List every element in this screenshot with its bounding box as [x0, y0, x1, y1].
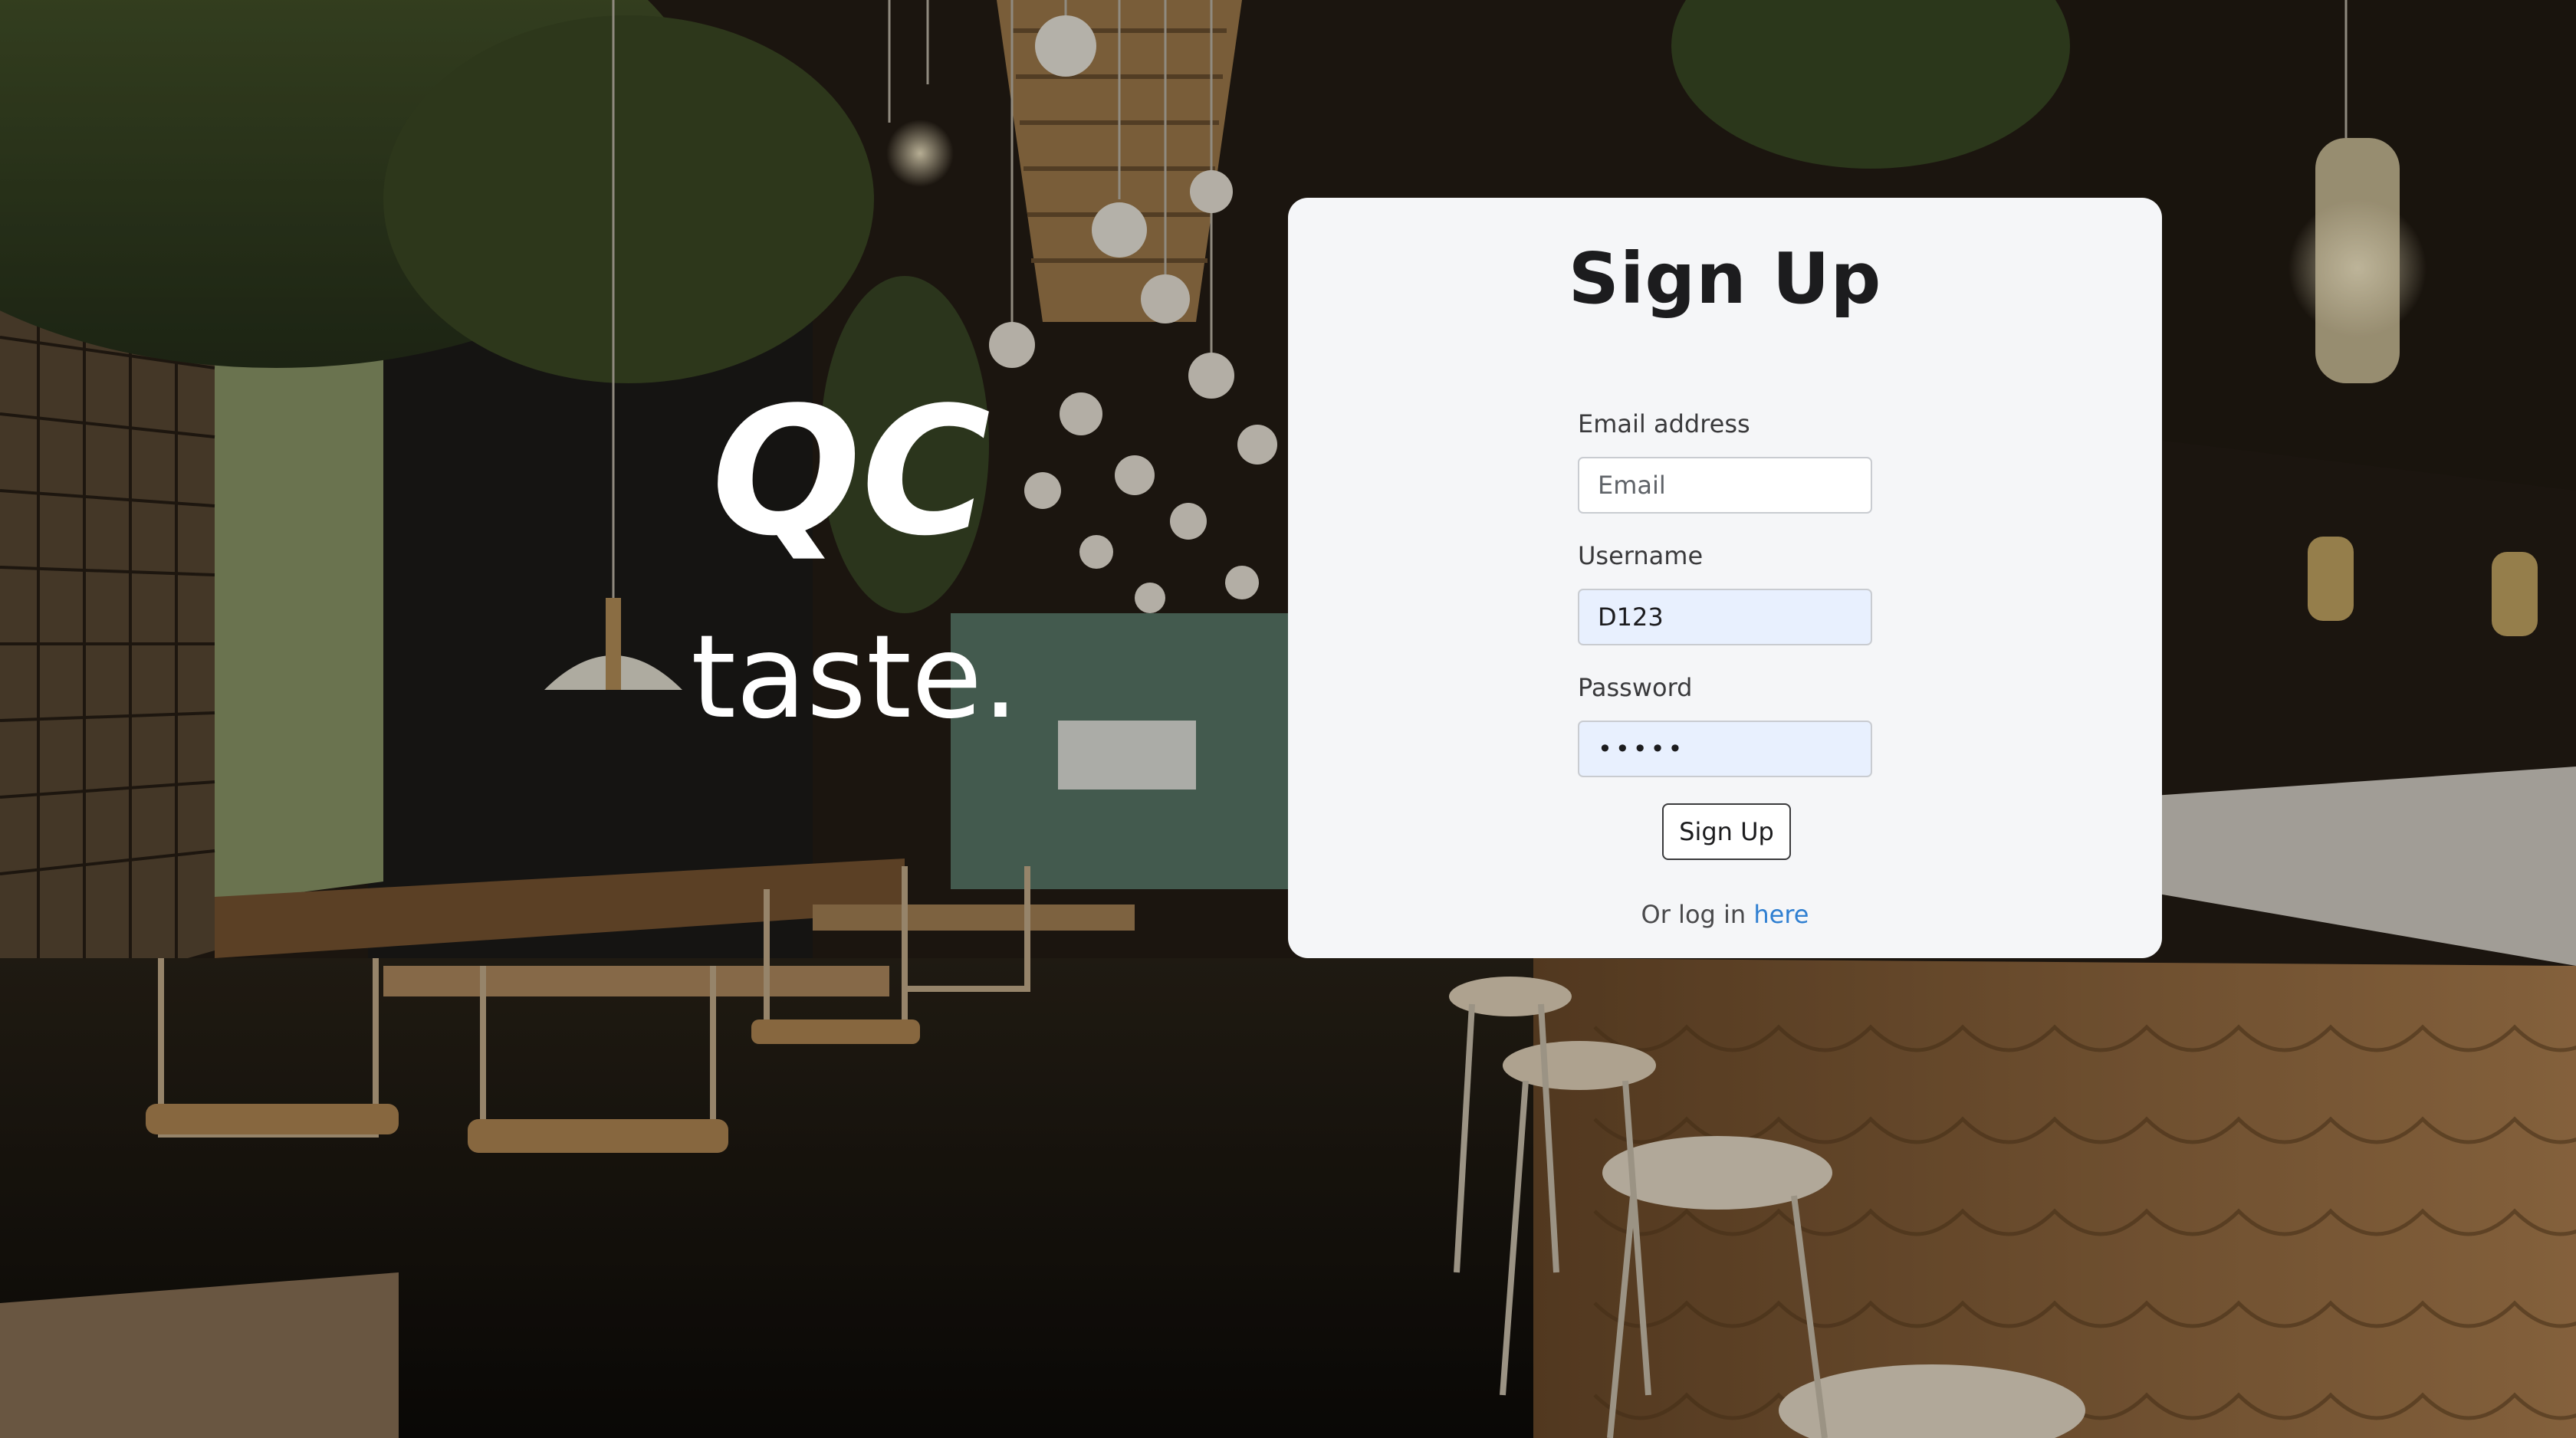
password-label: Password: [1578, 673, 1693, 702]
signup-card: Sign Up Email address Username Password …: [1288, 198, 2162, 958]
password-mask: •••••: [1598, 734, 1686, 763]
username-field[interactable]: [1578, 589, 1872, 645]
email-label: Email address: [1578, 409, 1750, 438]
signup-page: QC taste. Sign Up Email address Username…: [0, 0, 2576, 1438]
email-field[interactable]: [1578, 457, 1872, 514]
login-prompt-text: Or log in: [1641, 900, 1746, 929]
username-label: Username: [1578, 541, 1704, 570]
logo-mark: QC: [711, 370, 991, 575]
login-link[interactable]: here: [1753, 900, 1809, 929]
sign-up-button[interactable]: Sign Up: [1662, 803, 1791, 860]
logo-wordmark: taste.: [691, 611, 1019, 736]
page-title: Sign Up: [1568, 238, 1882, 320]
login-prompt: Or log in here: [1288, 900, 2162, 929]
password-field[interactable]: •••••: [1578, 721, 1872, 777]
brand-logo: QC taste.: [675, 368, 1035, 744]
